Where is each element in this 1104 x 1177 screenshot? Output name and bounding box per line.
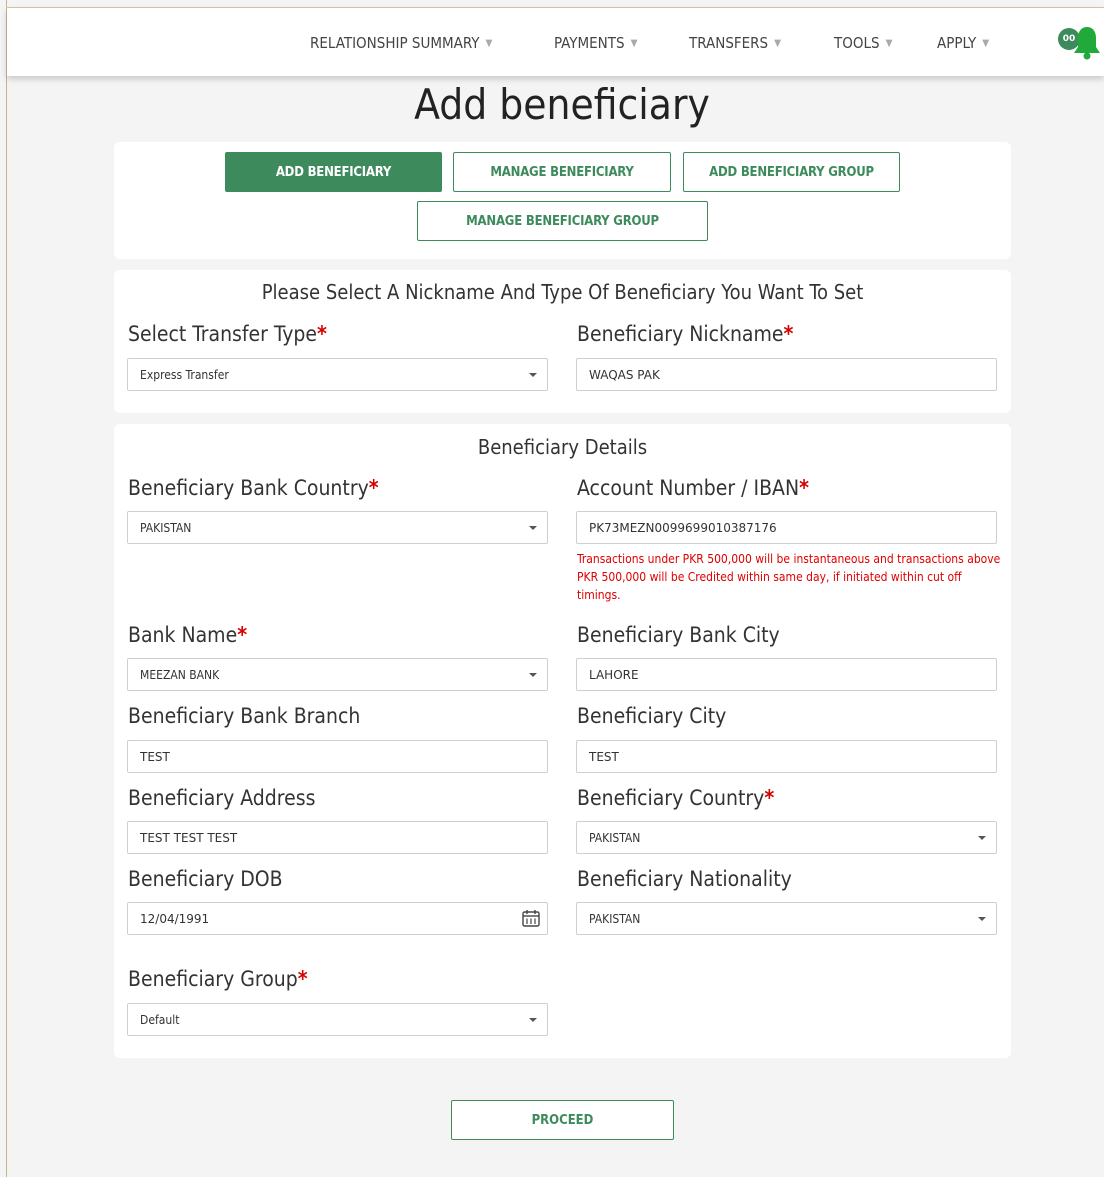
section-title: Beneficiary Details	[477, 435, 648, 459]
top-navbar: RELATIONSHIP SUMMARY ▼ PAYMENTS ▼ TRANSFER…	[7, 8, 1104, 76]
page-title: Add beneficiary	[414, 80, 710, 129]
input-value: LAHORE	[589, 667, 639, 682]
nav-label: RELATIONSHIP SUMMARY	[310, 34, 480, 52]
tabs-card: ADD BENEFICIARY MANAGE BENEFICIARY ADD B…	[114, 142, 1011, 259]
caret-down-icon: ▼	[630, 38, 638, 49]
nationality-label: Beneficiary Nationality	[577, 867, 792, 891]
bank-branch-label: Beneficiary Bank Branch	[128, 704, 361, 728]
select-value: MEEZAN BANK	[140, 667, 220, 682]
nav-transfers[interactable]: TRANSFERS ▼	[689, 34, 781, 52]
bank-name-label: Bank Name*	[128, 623, 248, 647]
address-label: Beneficiary Address	[128, 786, 316, 810]
bell-icon	[1074, 27, 1100, 60]
tab-manage-beneficiary-group[interactable]: MANAGE BENEFICIARY GROUP	[417, 201, 708, 241]
input-value: TEST TEST TEST	[140, 830, 238, 845]
caret-down-icon: ▼	[485, 38, 493, 49]
caret-down-icon: ▼	[885, 38, 893, 49]
select-value: Default	[140, 1012, 180, 1027]
beneficiary-country-select[interactable]: PAKISTAN	[576, 821, 997, 854]
select-value: PAKISTAN	[589, 830, 641, 845]
tab-add-beneficiary-group[interactable]: ADD BENEFICIARY GROUP	[683, 152, 900, 192]
nav-label: TOOLS	[834, 34, 880, 52]
select-value: PAKISTAN	[140, 520, 192, 535]
calendar-icon[interactable]	[521, 908, 541, 928]
nav-label: PAYMENTS	[554, 34, 625, 52]
bank-country-select[interactable]: PAKISTAN	[127, 511, 548, 544]
input-value: WAQAS PAK	[589, 367, 660, 382]
transfer-type-label: Select Transfer Type*	[128, 322, 327, 346]
chevron-down-icon	[978, 836, 986, 840]
input-value: TEST	[140, 749, 170, 764]
bank-name-select[interactable]: MEEZAN BANK	[127, 658, 548, 691]
nickname-label: Beneficiary Nickname*	[577, 322, 794, 346]
input-value: TEST	[589, 749, 619, 764]
transfer-type-select[interactable]: Express Transfer	[127, 358, 548, 391]
beneficiary-city-input[interactable]: TEST	[576, 740, 997, 773]
transaction-note: Transactions under PKR 500,000 will be i…	[577, 552, 1001, 602]
chevron-down-icon	[978, 917, 986, 921]
section-title: Please Select A Nickname And Type Of Ben…	[261, 280, 864, 304]
account-number-input[interactable]: PK73MEZN0099699010387176	[576, 511, 997, 544]
chevron-down-icon	[529, 673, 537, 677]
chevron-down-icon	[529, 1018, 537, 1022]
address-input[interactable]: TEST TEST TEST	[127, 821, 548, 854]
group-label: Beneficiary Group*	[128, 967, 308, 991]
window-border-left	[6, 0, 7, 1177]
nav-label: TRANSFERS	[689, 34, 769, 52]
nav-label: APPLY	[937, 34, 977, 52]
chevron-down-icon	[529, 526, 537, 530]
nav-relationship-summary[interactable]: RELATIONSHIP SUMMARY ▼	[310, 34, 492, 52]
nav-apply[interactable]: APPLY ▼	[937, 34, 989, 52]
select-value: PAKISTAN	[589, 911, 641, 926]
input-value: 12/04/1991	[140, 911, 210, 926]
notifications-button[interactable]: 00	[1058, 25, 1100, 65]
bank-country-label: Beneficiary Bank Country*	[128, 476, 379, 500]
caret-down-icon: ▼	[774, 38, 782, 49]
nav-tools[interactable]: TOOLS ▼	[834, 34, 893, 52]
group-select[interactable]: Default	[127, 1003, 548, 1036]
select-value: Express Transfer	[140, 367, 229, 382]
beneficiary-country-label: Beneficiary Country*	[577, 786, 775, 810]
dob-label: Beneficiary DOB	[128, 867, 283, 891]
nickname-input[interactable]: WAQAS PAK	[576, 358, 997, 391]
bank-branch-input[interactable]: TEST	[127, 740, 548, 773]
bank-city-label: Beneficiary Bank City	[577, 623, 780, 647]
input-value: PK73MEZN0099699010387176	[589, 520, 777, 535]
account-number-label: Account Number / IBAN*	[577, 476, 809, 500]
beneficiary-city-label: Beneficiary City	[577, 704, 727, 728]
bank-city-input[interactable]: LAHORE	[576, 658, 997, 691]
caret-down-icon: ▼	[982, 38, 990, 49]
nationality-select[interactable]: PAKISTAN	[576, 902, 997, 935]
tab-manage-beneficiary[interactable]: MANAGE BENEFICIARY	[453, 152, 671, 192]
proceed-button[interactable]: PROCEED	[451, 1100, 674, 1140]
chevron-down-icon	[529, 373, 537, 377]
nav-payments[interactable]: PAYMENTS ▼	[554, 34, 637, 52]
dob-input[interactable]: 12/04/1991	[127, 902, 548, 935]
tab-add-beneficiary[interactable]: ADD BENEFICIARY	[225, 152, 442, 192]
